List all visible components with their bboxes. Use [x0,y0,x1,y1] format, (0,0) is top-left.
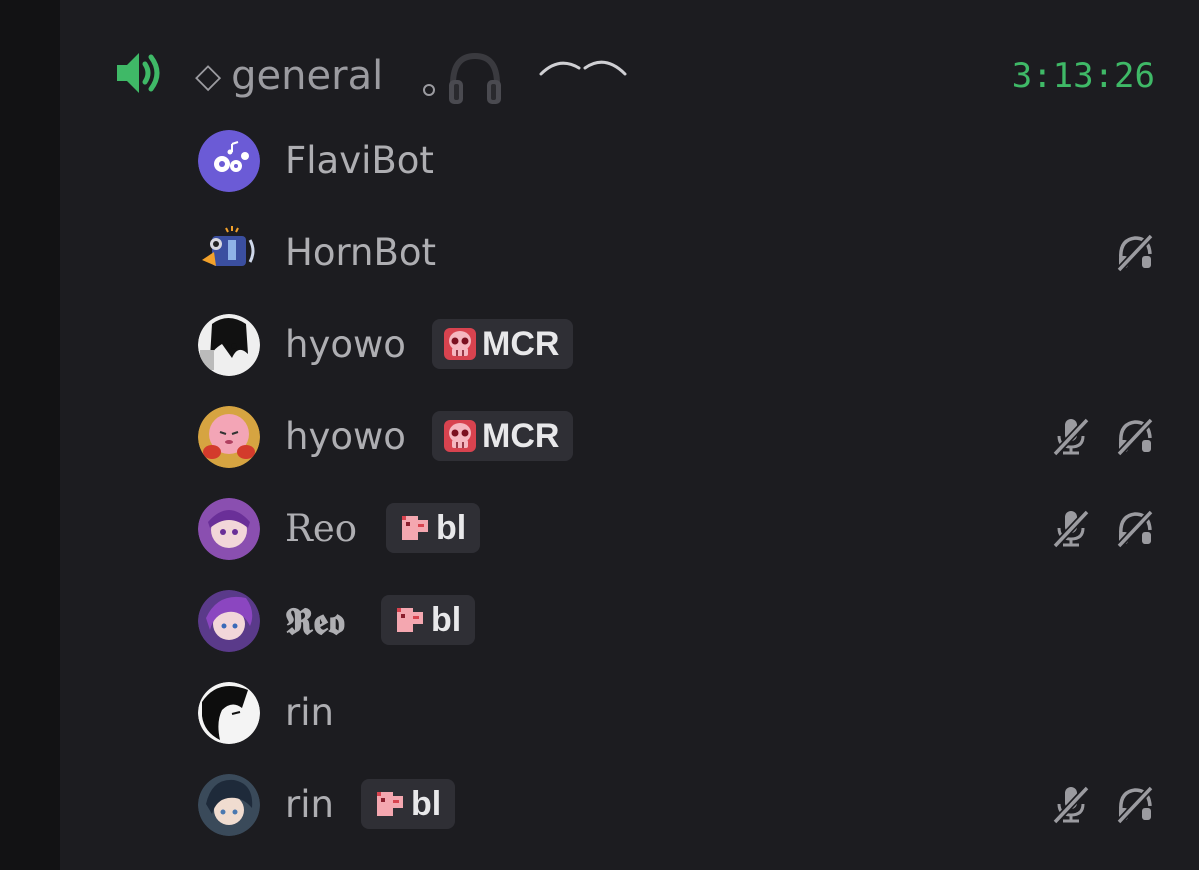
speaker-icon [117,53,160,93]
mic-muted-icon [1052,785,1090,824]
voice-user-row[interactable]: FlaviBot [198,118,1155,210]
deafened-icon [1116,509,1154,548]
user-name[interactable]: HornBot [285,224,436,282]
skull-icon [444,420,476,452]
deafened-icon [1116,233,1154,272]
reo-avatar-2 [198,590,260,652]
role-tag-label: MCR [482,324,560,363]
deafened-icon [1116,417,1154,456]
channel-name[interactable]: ◇ general [195,48,383,104]
voice-user-row[interactable]: rin [198,670,1155,762]
role-tag-label: MCR [482,416,560,455]
pink-creature-icon [402,516,428,540]
channel-prefix: ◇ [195,56,222,96]
user-name[interactable]: hyowo [285,408,406,466]
voice-user-row[interactable]: 𝕽𝖊𝖔 bl [198,578,1155,670]
hornbot-avatar [202,226,255,266]
deafened-icon [1116,785,1154,824]
pink-creature-icon [377,792,403,816]
status-icons [1051,780,1155,828]
voice-user-row[interactable]: Reo bl [198,486,1155,578]
rin-avatar-1 [198,682,260,744]
user-name[interactable]: rin [285,684,334,742]
status-icons [1051,504,1155,552]
voice-timer: 3:13:26 [1011,56,1155,96]
pink-creature-icon [397,608,423,632]
channel-name-text: general [231,53,384,99]
headphone-icon [449,52,501,104]
flavibot-avatar [198,130,260,192]
voice-user-row[interactable]: hyowo MCR [198,394,1155,486]
voice-channel-header[interactable]: ◇ general 3:13:26 [115,44,1155,108]
mic-muted-icon [1052,509,1090,548]
hyowo-avatar-2 [198,406,260,468]
role-tag-label: bl [431,600,462,639]
hyowo-avatar-1 [198,314,260,376]
server-rail [0,0,60,870]
reo-avatar-1 [198,498,260,560]
user-name[interactable]: hyowo [285,316,406,374]
role-tag: MCR [432,319,574,369]
role-tag-label: bl [411,784,442,823]
voice-user-list: FlaviBot HornBot hyowo MCR hyowo MCR Reo… [198,118,1155,854]
status-icons [1115,228,1155,276]
voice-user-row[interactable]: rin bl [198,762,1155,854]
role-tag: bl [386,503,481,553]
user-name[interactable]: FlaviBot [285,132,434,190]
mic-muted-icon [1052,417,1090,456]
decoration-circle [423,84,435,96]
role-tag: bl [361,779,456,829]
voice-user-row[interactable]: HornBot [198,210,1155,302]
user-name[interactable]: Reo [285,500,357,558]
user-name[interactable]: rin [285,776,334,834]
role-tag-label: bl [436,508,467,547]
role-tag: bl [381,595,476,645]
brows-icon [539,60,627,76]
skull-icon [444,328,476,360]
rin-avatar-2 [198,774,260,836]
user-name[interactable]: 𝕽𝖊𝖔 [285,592,345,650]
voice-user-row[interactable]: hyowo MCR [198,302,1155,394]
status-icons [1051,412,1155,460]
role-tag: MCR [432,411,574,461]
